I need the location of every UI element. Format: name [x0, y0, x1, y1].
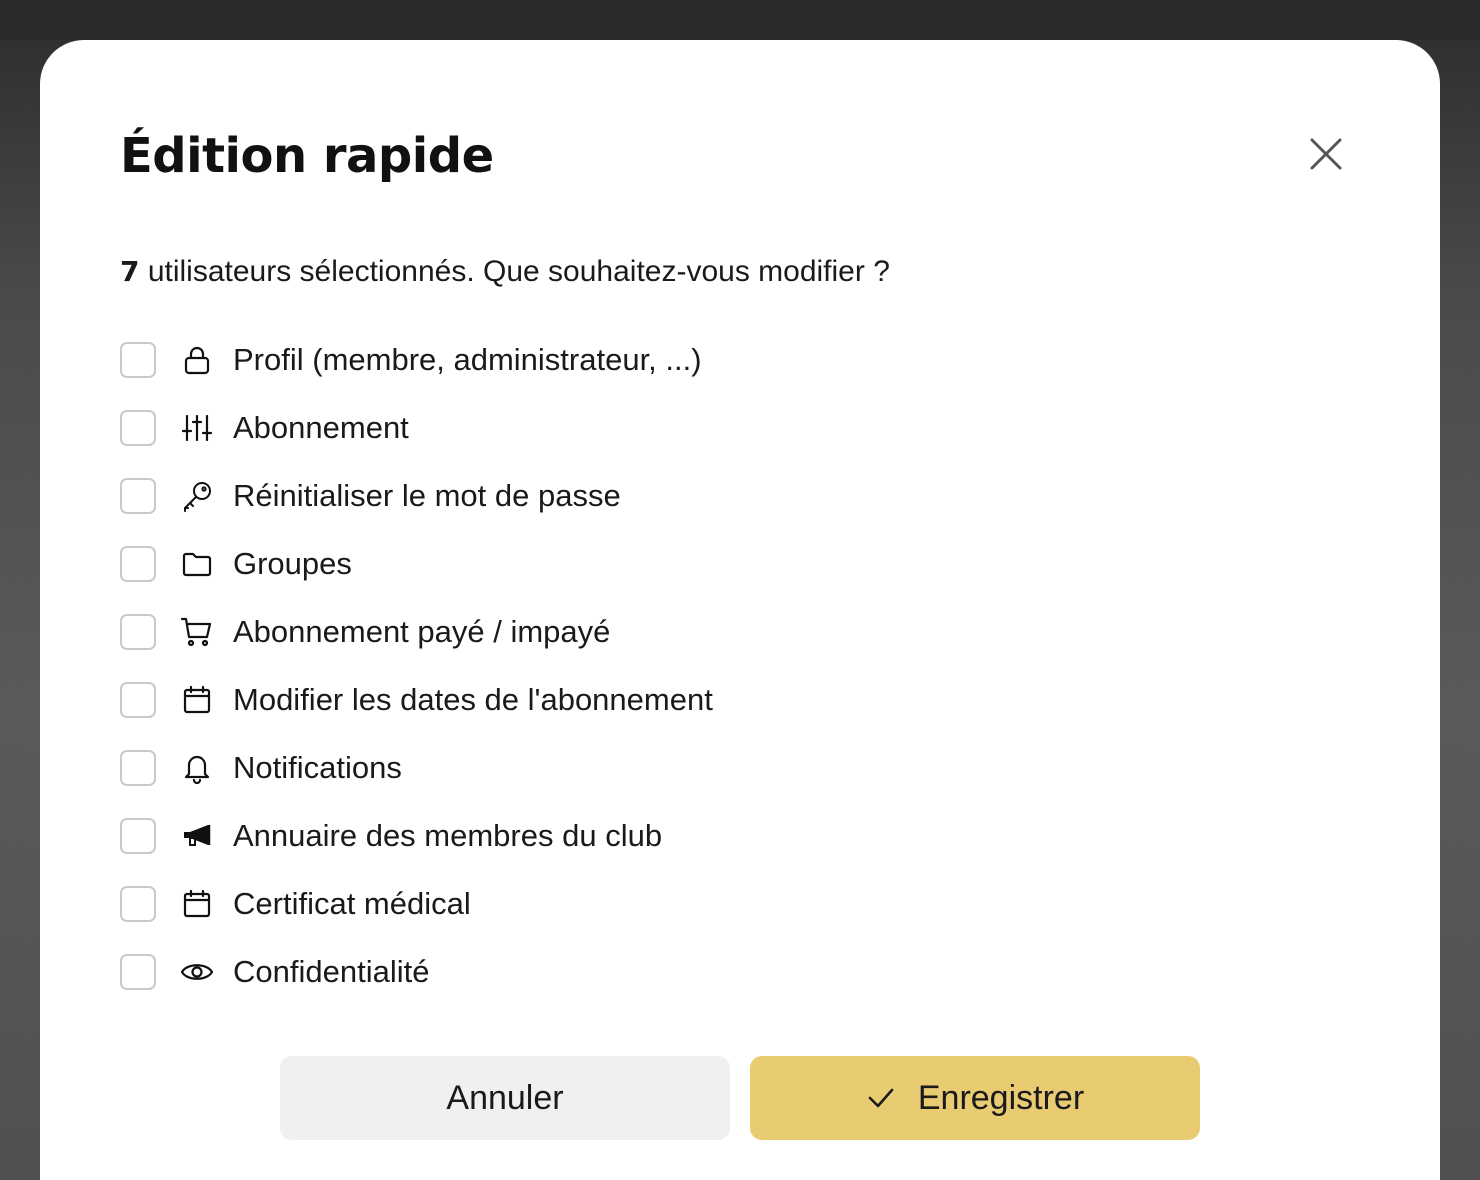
selection-question: utilisateurs sélectionnés. Que souhaitez… — [147, 255, 890, 288]
cart-icon — [180, 615, 214, 649]
quick-edit-modal: Édition rapide 7 utilisateurs sélectionn… — [40, 40, 1440, 1180]
checkbox[interactable] — [120, 614, 156, 650]
option-label: Annuaire des membres du club — [233, 818, 663, 853]
option-abonnement[interactable]: Abonnement — [120, 408, 713, 448]
backdrop — [0, 0, 1480, 40]
calendar-icon — [180, 887, 214, 921]
modal-title: Édition rapide — [120, 128, 494, 184]
checkbox[interactable] — [120, 546, 156, 582]
selected-count: 7 — [120, 255, 140, 288]
save-button[interactable]: Enregistrer — [750, 1056, 1200, 1140]
checkbox[interactable] — [120, 682, 156, 718]
checkbox[interactable] — [120, 818, 156, 854]
option-label: Profil (membre, administrateur, ...) — [233, 342, 702, 377]
option-subscription-dates[interactable]: Modifier les dates de l'abonnement — [120, 680, 713, 720]
checkbox[interactable] — [120, 410, 156, 446]
close-button[interactable] — [1302, 130, 1350, 178]
option-label: Modifier les dates de l'abonnement — [233, 682, 713, 717]
option-label: Groupes — [233, 546, 352, 581]
checkbox[interactable] — [120, 342, 156, 378]
checkbox[interactable] — [120, 750, 156, 786]
checkbox[interactable] — [120, 954, 156, 990]
cancel-button[interactable]: Annuler — [280, 1056, 730, 1140]
check-icon — [866, 1083, 896, 1113]
close-icon — [1310, 138, 1342, 170]
bell-icon — [180, 751, 214, 785]
option-groupes[interactable]: Groupes — [120, 544, 713, 584]
option-label: Notifications — [233, 750, 402, 785]
option-medical-certificate[interactable]: Certificat médical — [120, 884, 713, 924]
option-label: Abonnement payé / impayé — [233, 614, 611, 649]
option-privacy[interactable]: Confidentialité — [120, 952, 713, 992]
lock-icon — [180, 343, 214, 377]
eye-icon — [180, 955, 214, 989]
option-label: Confidentialité — [233, 954, 430, 989]
cancel-button-label: Annuler — [446, 1078, 564, 1117]
selection-summary: 7 utilisateurs sélectionnés. Que souhait… — [120, 252, 890, 292]
megaphone-icon — [180, 819, 214, 853]
option-profil[interactable]: Profil (membre, administrateur, ...) — [120, 340, 713, 380]
option-paid-unpaid[interactable]: Abonnement payé / impayé — [120, 612, 713, 652]
option-label: Réinitialiser le mot de passe — [233, 478, 621, 513]
checkbox[interactable] — [120, 886, 156, 922]
options-list: Profil (membre, administrateur, ...) Abo… — [120, 340, 713, 1020]
option-reset-password[interactable]: Réinitialiser le mot de passe — [120, 476, 713, 516]
calendar-icon — [180, 683, 214, 717]
checkbox[interactable] — [120, 478, 156, 514]
folder-icon — [180, 547, 214, 581]
save-button-label: Enregistrer — [917, 1078, 1085, 1117]
key-icon — [180, 479, 214, 513]
option-club-directory[interactable]: Annuaire des membres du club — [120, 816, 713, 856]
sliders-icon — [180, 411, 214, 445]
option-label: Abonnement — [233, 410, 409, 445]
option-label: Certificat médical — [233, 886, 471, 921]
option-notifications[interactable]: Notifications — [120, 748, 713, 788]
